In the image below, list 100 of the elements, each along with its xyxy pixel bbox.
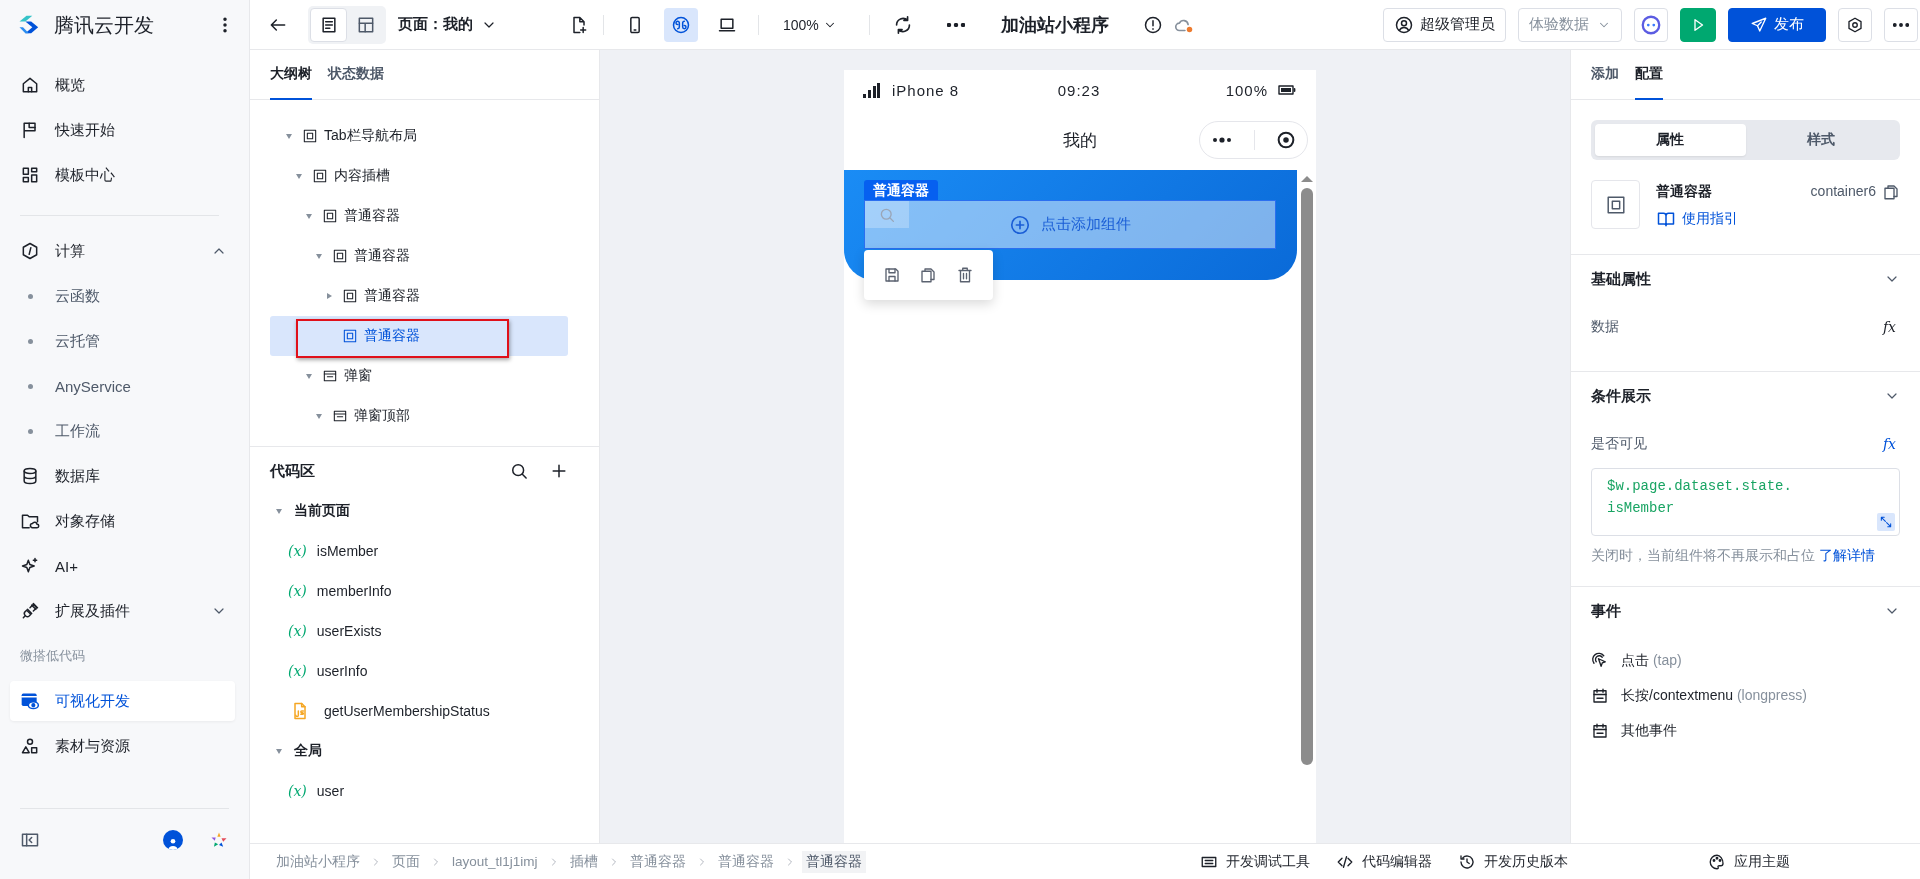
tree-node-label[interactable]: 弹窗顶部: [354, 407, 410, 425]
save-icon[interactable]: [883, 266, 902, 284]
search-icon[interactable]: [509, 461, 529, 481]
nav-item[interactable]: 模板中心: [10, 155, 235, 195]
container-icon: [1604, 193, 1627, 216]
target-icon[interactable]: [1275, 129, 1297, 151]
more-button[interactable]: [1884, 7, 1918, 42]
section-title: 基础属性: [1591, 269, 1651, 289]
caret-down-icon: [274, 746, 284, 756]
hexagon-icon: [20, 241, 40, 261]
page-picker[interactable]: 页面：我的: [398, 15, 497, 34]
scroll-up-icon[interactable]: [1299, 174, 1314, 184]
tree-node-label[interactable]: 普通容器: [364, 287, 420, 305]
settings-button[interactable]: [1838, 7, 1872, 42]
tree-node-label[interactable]: 内容插槽: [334, 167, 390, 185]
window-eye-icon: [20, 691, 40, 711]
delete-icon[interactable]: [955, 266, 974, 284]
mode-tab[interactable]: 属性: [1595, 124, 1746, 156]
tree-node-label[interactable]: 普通容器: [344, 207, 400, 225]
caret-down-icon[interactable]: [284, 131, 294, 141]
caret-down-icon[interactable]: [294, 171, 304, 181]
footer-tool[interactable]: 应用主题: [1708, 852, 1790, 871]
publish-button[interactable]: 发布: [1728, 7, 1826, 42]
event-item[interactable]: 长按/contextmenu (longpress): [1621, 686, 1807, 705]
role-button[interactable]: 超级管理员: [1383, 7, 1506, 42]
nav-item[interactable]: 概览: [10, 65, 235, 105]
formula-button[interactable]: fx: [1878, 436, 1900, 452]
robot-face-icon: [1640, 13, 1662, 36]
nav-subitem[interactable]: 云托管: [10, 321, 235, 361]
code-group[interactable]: 全局: [250, 731, 599, 771]
nav-subitem[interactable]: 工作流: [10, 411, 235, 451]
event-item[interactable]: 其他事件: [1621, 721, 1677, 740]
document-view-button[interactable]: [310, 7, 347, 42]
code-item[interactable]: isMember: [316, 543, 379, 559]
nav-item[interactable]: AI+: [10, 546, 235, 586]
mini-program-icon: [671, 14, 691, 35]
variable-symbol: (x): [288, 583, 307, 599]
code-item[interactable]: userInfo: [316, 663, 368, 679]
expand-button[interactable]: [1877, 513, 1895, 531]
nav-item[interactable]: 可视化开发: [10, 681, 235, 721]
calendar-icon: [1591, 686, 1609, 705]
nav-item[interactable]: 计算: [10, 231, 235, 271]
tree-node-label[interactable]: 普通容器: [364, 327, 420, 345]
caret-down-icon[interactable]: [314, 251, 324, 261]
field-label: 数据: [1591, 318, 1619, 336]
panel-tab[interactable]: 添加: [1591, 50, 1619, 100]
code-group[interactable]: 当前页面: [250, 491, 599, 531]
panel-tab[interactable]: 状态数据: [328, 50, 384, 100]
expression-code: $w.page.dataset.state.isMember: [1607, 477, 1792, 518]
nav-item[interactable]: 素材与资源: [10, 726, 235, 766]
assistant-button[interactable]: [1634, 7, 1668, 42]
section-title: 代码区: [270, 461, 316, 481]
caret-down-icon[interactable]: [304, 371, 314, 381]
tree-node-label[interactable]: 普通容器: [354, 247, 410, 265]
code-item[interactable]: user: [316, 783, 345, 799]
caret-down-icon: [274, 506, 284, 516]
nav-item[interactable]: 数据库: [10, 456, 235, 496]
nav-item[interactable]: 对象存储: [10, 501, 235, 541]
event-item[interactable]: 点击 (tap): [1621, 651, 1682, 670]
field-label: 是否可见: [1591, 435, 1647, 453]
tree-node-label[interactable]: 弹窗: [344, 367, 372, 385]
copy-icon[interactable]: [919, 266, 938, 284]
mini-program-button[interactable]: [664, 7, 698, 42]
code-item[interactable]: memberInfo: [316, 583, 392, 599]
info-icon[interactable]: [1142, 14, 1163, 35]
learn-more-link[interactable]: 了解详情: [1818, 548, 1875, 563]
caret-down-icon[interactable]: [314, 411, 324, 421]
nav-subitem[interactable]: AnyService: [10, 366, 235, 406]
panel-tab[interactable]: 大纲树: [270, 50, 312, 100]
nav-item[interactable]: 快速开始: [10, 110, 235, 150]
container-icon: [342, 288, 358, 304]
caret-down-icon[interactable]: [304, 211, 314, 221]
scrollbar-thumb[interactable]: [1300, 188, 1313, 765]
more-icon: [1893, 22, 1909, 27]
nav-item[interactable]: 扩展及插件: [10, 591, 235, 631]
tree-node-label[interactable]: Tab栏导航布局: [324, 127, 417, 145]
caret-right-icon[interactable]: [324, 291, 334, 301]
settings-icon: [1846, 15, 1864, 34]
nav-subitem[interactable]: 云函数: [10, 276, 235, 316]
component-name: 普通容器: [1656, 183, 1713, 201]
breadcrumb[interactable]: 普通容器: [801, 850, 866, 873]
panel-tab[interactable]: 配置: [1635, 50, 1663, 100]
collapse-sidebar-icon[interactable]: [20, 830, 40, 850]
run-button[interactable]: [1680, 7, 1716, 42]
code-item[interactable]: userExists: [316, 623, 382, 639]
variable-symbol: (x): [288, 543, 307, 559]
more-icon[interactable]: [946, 22, 965, 27]
variable-symbol: (x): [288, 663, 307, 679]
copy-icon[interactable]: [1882, 183, 1900, 201]
database-icon: [20, 466, 40, 486]
mode-tab[interactable]: 样式: [1745, 124, 1896, 156]
code-item[interactable]: getUserMembershipStatus: [324, 703, 490, 719]
footer-tool[interactable]: 开发历史版本: [1458, 852, 1568, 871]
guide-link[interactable]: 使用指引: [1656, 209, 1795, 229]
add-circle-icon: [1009, 213, 1031, 236]
container-icon: [332, 248, 348, 264]
zoom-select[interactable]: 100%: [783, 16, 837, 33]
formula-button[interactable]: fx: [1878, 319, 1900, 335]
footer-tool[interactable]: 代码编辑器: [1336, 852, 1432, 871]
footer-tool[interactable]: 开发调试工具: [1200, 852, 1310, 871]
